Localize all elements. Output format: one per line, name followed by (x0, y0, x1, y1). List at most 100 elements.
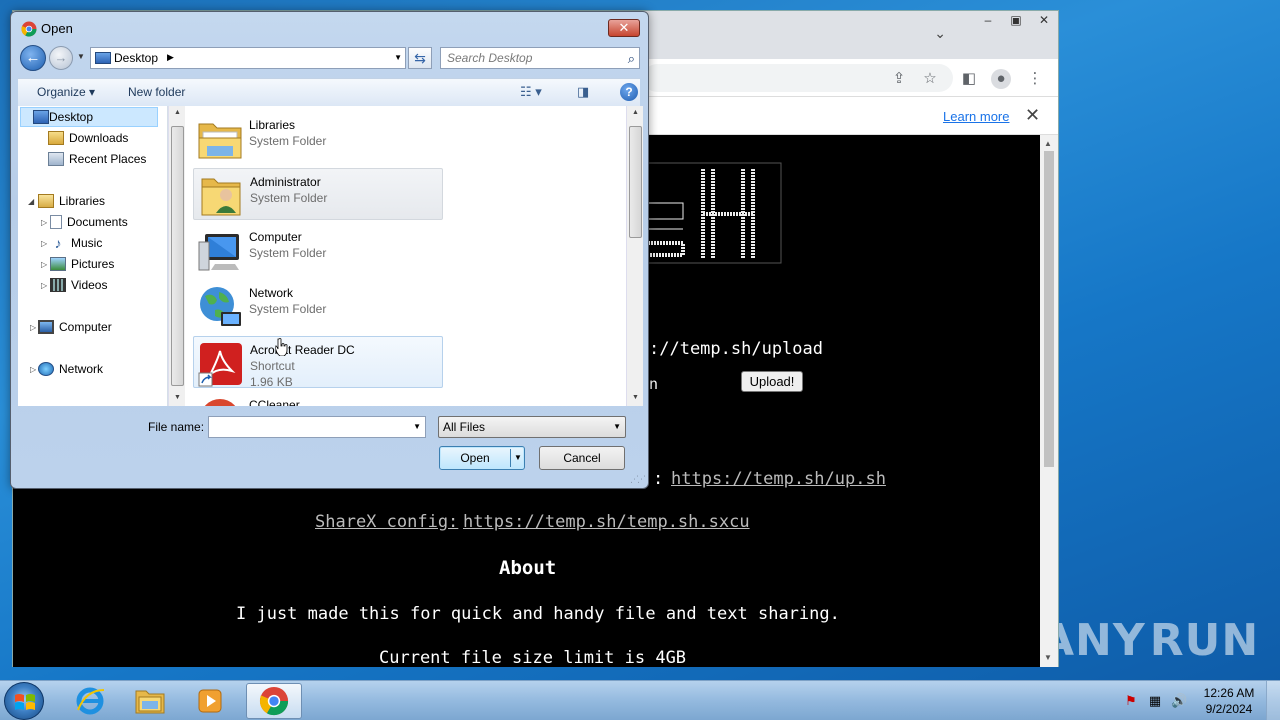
search-box[interactable]: ⌕ (440, 47, 640, 69)
upsh-link[interactable]: https://temp.sh/up.sh (671, 469, 886, 489)
action-center-flag-icon[interactable]: ⚑ (1123, 693, 1139, 709)
open-button[interactable]: Open ▼ (439, 446, 525, 470)
infobar-close-icon[interactable]: ✕ (1025, 105, 1040, 126)
file-item-libraries[interactable]: Libraries System Folder (193, 112, 443, 164)
expand-videos-icon[interactable]: ▷ (41, 281, 47, 290)
preview-pane-icon[interactable]: ◨ (577, 84, 589, 100)
music-note-icon: ♪ (54, 235, 62, 251)
scroll-down-icon[interactable]: ▼ (1044, 653, 1052, 662)
internet-explorer-icon (76, 687, 105, 715)
file-item-computer[interactable]: Computer System Folder (193, 224, 443, 276)
nav-item-pictures[interactable]: Pictures (50, 254, 114, 274)
forward-arrow-icon[interactable]: → (49, 46, 73, 70)
share-icon[interactable]: ⇪ (889, 69, 909, 89)
file-scroll-down-icon[interactable]: ▼ (632, 394, 639, 401)
expand-computer-icon[interactable]: ▷ (30, 323, 36, 332)
learn-more-link[interactable]: Learn more (943, 109, 1009, 124)
nav-scroll-down-icon[interactable]: ▼ (174, 394, 181, 401)
new-folder-button[interactable]: New folder (128, 85, 185, 99)
navigation-pane: Desktop Downloads Recent Places ◢ Librar… (18, 106, 168, 406)
file-scroll-up-icon[interactable]: ▲ (632, 109, 639, 116)
desktop-icon (33, 110, 49, 124)
nav-scroll-thumb[interactable] (171, 126, 184, 386)
file-item-ccleaner[interactable]: CCleaner (193, 392, 443, 406)
search-input[interactable] (447, 51, 617, 65)
taskbar-chrome[interactable] (246, 683, 302, 719)
address-dropdown-icon[interactable]: ▼ (394, 53, 402, 62)
nav-scroll-up-icon[interactable]: ▲ (174, 109, 181, 116)
cancel-button[interactable]: Cancel (539, 446, 625, 470)
close-window-button[interactable]: ✕ (1030, 11, 1058, 29)
taskbar-internet-explorer[interactable] (62, 683, 118, 719)
bookmark-star-icon[interactable]: ☆ (920, 69, 940, 89)
sharex-config-link[interactable]: https://temp.sh/temp.sh.sxcu (463, 512, 750, 532)
nav-item-network[interactable]: Network (38, 359, 103, 379)
desktop-location-icon (95, 52, 111, 64)
file-item-acrobat-reader[interactable]: Acrobat Reader DC Shortcut 1.96 KB (193, 336, 443, 389)
file-name-label: File name: (148, 420, 205, 434)
file-name-input[interactable] (212, 418, 407, 436)
volume-icon[interactable]: 🔊 (1171, 693, 1187, 709)
file-scroll-thumb[interactable] (629, 126, 642, 238)
start-button[interactable] (4, 682, 44, 720)
breadcrumb-desktop[interactable]: Desktop (114, 51, 158, 65)
downloads-folder-icon (48, 131, 64, 145)
chrome-menu-icon[interactable]: ⋮ (1025, 69, 1045, 89)
file-type-filter-select[interactable]: All Files ▼ (438, 416, 626, 438)
hand-cursor-icon (276, 338, 288, 356)
tab-search-chevron-icon[interactable]: ⌄ (934, 25, 946, 42)
system-clock[interactable]: 12:26 AM 9/2/2024 (1198, 685, 1260, 717)
navigation-scrollbar[interactable]: ▲ ▼ (168, 106, 185, 406)
show-desktop-button[interactable] (1266, 681, 1280, 720)
nav-item-music[interactable]: ♪ Music (50, 233, 103, 253)
expand-documents-icon[interactable]: ▷ (41, 218, 47, 227)
dialog-close-button[interactable]: ✕ (608, 19, 640, 37)
file-name-dropdown-icon[interactable]: ▼ (413, 422, 421, 431)
page-scroll-thumb[interactable] (1044, 151, 1054, 467)
file-item-administrator[interactable]: Administrator System Folder (193, 168, 443, 220)
page-scrollbar[interactable]: ▲ ▼ (1040, 135, 1058, 667)
side-panel-icon[interactable]: ◧ (959, 69, 979, 89)
nav-item-videos[interactable]: Videos (50, 275, 107, 295)
back-arrow-icon[interactable]: ← (20, 45, 46, 71)
nav-item-libraries[interactable]: Libraries (38, 191, 105, 211)
expand-pictures-icon[interactable]: ▷ (41, 260, 47, 269)
taskbar-file-explorer[interactable] (122, 683, 178, 719)
profile-avatar-icon[interactable]: ● (991, 69, 1011, 89)
nav-item-downloads[interactable]: Downloads (48, 128, 128, 148)
expand-network-icon[interactable]: ▷ (30, 365, 36, 374)
nav-item-computer[interactable]: Computer (38, 317, 112, 337)
nav-item-documents[interactable]: Documents (50, 212, 128, 232)
network-icon (38, 362, 54, 376)
help-icon[interactable]: ? (620, 83, 638, 101)
anyrun-watermark: ANY RUN (1040, 614, 1260, 666)
scroll-up-icon[interactable]: ▲ (1044, 139, 1052, 148)
resize-grip-icon[interactable]: ⋰⋰ (630, 474, 646, 485)
breadcrumb-chevron-icon[interactable]: ▶ (167, 52, 174, 63)
file-list-scrollbar[interactable]: ▲ ▼ (626, 106, 643, 406)
nav-item-desktop[interactable]: Desktop (20, 107, 158, 127)
upload-button[interactable]: Upload! (741, 371, 803, 392)
filter-dropdown-icon[interactable]: ▼ (613, 422, 621, 431)
upload-url-text: ://temp.sh/upload (649, 339, 823, 359)
minimize-button[interactable]: – (974, 11, 1002, 29)
acrobat-reader-icon (198, 343, 242, 387)
expand-music-icon[interactable]: ▷ (41, 239, 47, 248)
libraries-folder-icon (198, 123, 242, 159)
window-caption-buttons: – ▣ ✕ (974, 11, 1058, 31)
file-item-network[interactable]: Network System Folder (193, 280, 443, 332)
dialog-title: Open (41, 21, 73, 36)
nav-item-recent-places[interactable]: Recent Places (48, 149, 146, 169)
taskbar-media-player[interactable] (182, 683, 238, 719)
view-options-icon[interactable]: ☷ ▾ (520, 84, 542, 100)
collapse-libraries-icon[interactable]: ◢ (28, 197, 34, 206)
file-name-combobox[interactable]: ▼ (208, 416, 426, 438)
location-breadcrumb[interactable]: Desktop ▶ ▼ (90, 47, 406, 69)
open-options-dropdown-icon[interactable]: ▼ (514, 453, 522, 462)
network-tray-icon[interactable]: ▦ (1147, 693, 1163, 709)
search-icon[interactable]: ⌕ (628, 51, 635, 67)
maximize-button[interactable]: ▣ (1002, 11, 1030, 29)
recent-locations-dropdown-icon[interactable]: ▼ (77, 52, 85, 61)
refresh-icon[interactable]: ⇆ (408, 47, 432, 69)
organize-button[interactable]: Organize ▾ (37, 85, 95, 99)
